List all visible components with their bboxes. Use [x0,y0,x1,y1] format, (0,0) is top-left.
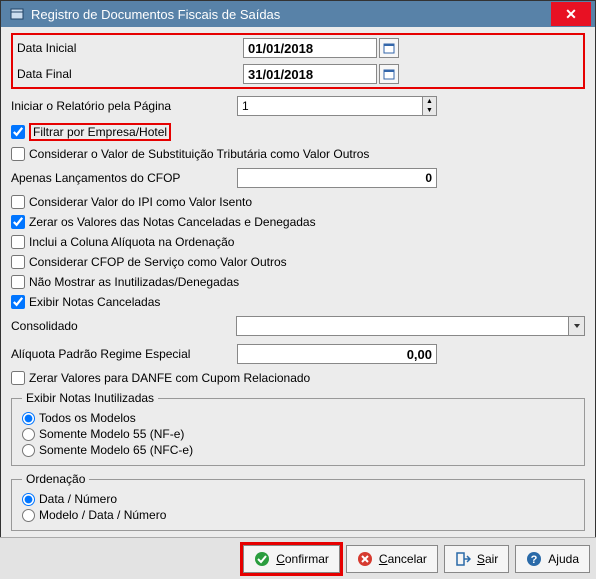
svg-text:?: ? [531,554,538,566]
radio-row-modelo-data-numero: Modelo / Data / Número [22,508,574,522]
row-exibir-canceladas: Exibir Notas Canceladas [11,295,585,309]
label-inclui-aliquota: Inclui a Coluna Alíquota na Ordenação [29,235,234,249]
label-modelo-55: Somente Modelo 55 (NF-e) [39,427,184,441]
exit-label: Sair [477,552,498,566]
title-bar: Registro de Documentos Fiscais de Saídas… [1,1,595,27]
cancel-button[interactable]: Cancelar [346,545,438,573]
radio-data-numero[interactable] [22,493,35,506]
help-label: Ajuda [548,552,579,566]
row-subst-tributaria: Considerar o Valor de Substituição Tribu… [11,147,585,161]
app-icon [9,6,25,22]
label-zerar-danfe: Zerar Valores para DANFE com Cupom Relac… [29,371,310,385]
label-nao-mostrar-inut: Não Mostrar as Inutilizadas/Denegadas [29,275,239,289]
checkbox-ipi-isento[interactable] [11,195,25,209]
x-circle-icon [357,551,373,567]
checkbox-zerar-canceladas[interactable] [11,215,25,229]
label-ipi-isento: Considerar Valor do IPI como Valor Isent… [29,195,252,209]
label-consolidado: Consolidado [11,319,236,333]
row-pagina: Iniciar o Relatório pela Página ▲ ▼ [11,95,585,117]
label-exibir-canceladas: Exibir Notas Canceladas [29,295,160,309]
checkbox-zerar-danfe[interactable] [11,371,25,385]
radio-modelo-55[interactable] [22,428,35,441]
spin-pagina[interactable]: ▲ ▼ [237,96,437,116]
row-consolidado: Consolidado [11,315,585,337]
label-data-numero: Data / Número [39,492,117,506]
row-cfop-servico: Considerar CFOP de Serviço como Valor Ou… [11,255,585,269]
radio-row-data-numero: Data / Número [22,492,574,506]
confirm-button[interactable]: Confirmar [243,545,340,573]
label-todos-modelos: Todos os Modelos [39,411,136,425]
checkbox-filtrar-empresa[interactable] [11,125,25,139]
spin-down-icon[interactable]: ▼ [422,106,436,115]
checkbox-nao-mostrar-inut[interactable] [11,275,25,289]
row-cfop: Apenas Lançamentos do CFOP [11,167,585,189]
button-bar: Confirmar Cancelar Sair ? Ajuda [0,537,596,579]
dates-highlight: Data Inicial Data Final [11,33,585,89]
close-button[interactable]: ✕ [551,2,591,26]
row-zerar-danfe: Zerar Valores para DANFE com Cupom Relac… [11,371,585,385]
radio-modelo-data-numero[interactable] [22,509,35,522]
label-data-inicial: Data Inicial [17,41,243,55]
legend-inutilizadas: Exibir Notas Inutilizadas [22,391,158,405]
help-circle-icon: ? [526,551,542,567]
row-data-final: Data Final [17,63,579,85]
calendar-icon[interactable] [379,38,399,58]
radio-modelo-65[interactable] [22,444,35,457]
row-ipi-isento: Considerar Valor do IPI como Valor Isent… [11,195,585,209]
content-area: Data Inicial Data Final Iniciar o Relató… [1,27,595,543]
checkbox-subst-tributaria[interactable] [11,147,25,161]
exit-button[interactable]: Sair [444,545,509,573]
row-filtrar-empresa: Filtrar por Empresa/Hotel [11,123,585,141]
label-modelo-65: Somente Modelo 65 (NFC-e) [39,443,193,457]
row-aliquota: Alíquota Padrão Regime Especial [11,343,585,365]
label-subst-tributaria: Considerar o Valor de Substituição Tribu… [29,147,369,161]
chevron-down-icon [568,317,584,335]
window-title: Registro de Documentos Fiscais de Saídas [31,7,280,22]
label-cfop-servico: Considerar CFOP de Serviço como Valor Ou… [29,255,287,269]
radio-row-modelo55: Somente Modelo 55 (NF-e) [22,427,574,441]
input-data-inicial[interactable] [243,38,377,58]
fieldset-ordenacao: Ordenação Data / Número Modelo / Data / … [11,472,585,531]
radio-row-todos: Todos os Modelos [22,411,574,425]
cancel-label: Cancelar [379,552,427,566]
row-data-inicial: Data Inicial [17,37,579,59]
label-zerar-canceladas: Zerar os Valores das Notas Canceladas e … [29,215,316,229]
spin-up-icon[interactable]: ▲ [422,97,436,106]
input-aliquota[interactable] [237,344,437,364]
radio-todos-modelos[interactable] [22,412,35,425]
label-aliquota: Alíquota Padrão Regime Especial [11,347,237,361]
fieldset-inutilizadas: Exibir Notas Inutilizadas Todos os Model… [11,391,585,466]
label-cfop: Apenas Lançamentos do CFOP [11,171,237,185]
input-pagina[interactable] [238,97,422,115]
check-circle-icon [254,551,270,567]
label-data-final: Data Final [17,67,243,81]
help-button[interactable]: ? Ajuda [515,545,590,573]
legend-ordenacao: Ordenação [22,472,89,486]
highlight-filtrar-empresa: Filtrar por Empresa/Hotel [29,123,171,141]
row-nao-mostrar-inut: Não Mostrar as Inutilizadas/Denegadas [11,275,585,289]
calendar-icon[interactable] [379,64,399,84]
label-filtrar-empresa: Filtrar por Empresa/Hotel [33,125,167,139]
radio-row-modelo65: Somente Modelo 65 (NFC-e) [22,443,574,457]
input-data-final[interactable] [243,64,377,84]
select-consolidado[interactable] [236,316,585,336]
checkbox-exibir-canceladas[interactable] [11,295,25,309]
label-modelo-data-numero: Modelo / Data / Número [39,508,166,522]
row-zerar-canceladas: Zerar os Valores das Notas Canceladas e … [11,215,585,229]
exit-icon [455,551,471,567]
checkbox-cfop-servico[interactable] [11,255,25,269]
confirm-label: Confirmar [276,552,329,566]
input-cfop[interactable] [237,168,437,188]
label-pagina: Iniciar o Relatório pela Página [11,99,237,113]
close-icon: ✕ [565,6,577,23]
checkbox-inclui-aliquota[interactable] [11,235,25,249]
row-inclui-aliquota: Inclui a Coluna Alíquota na Ordenação [11,235,585,249]
